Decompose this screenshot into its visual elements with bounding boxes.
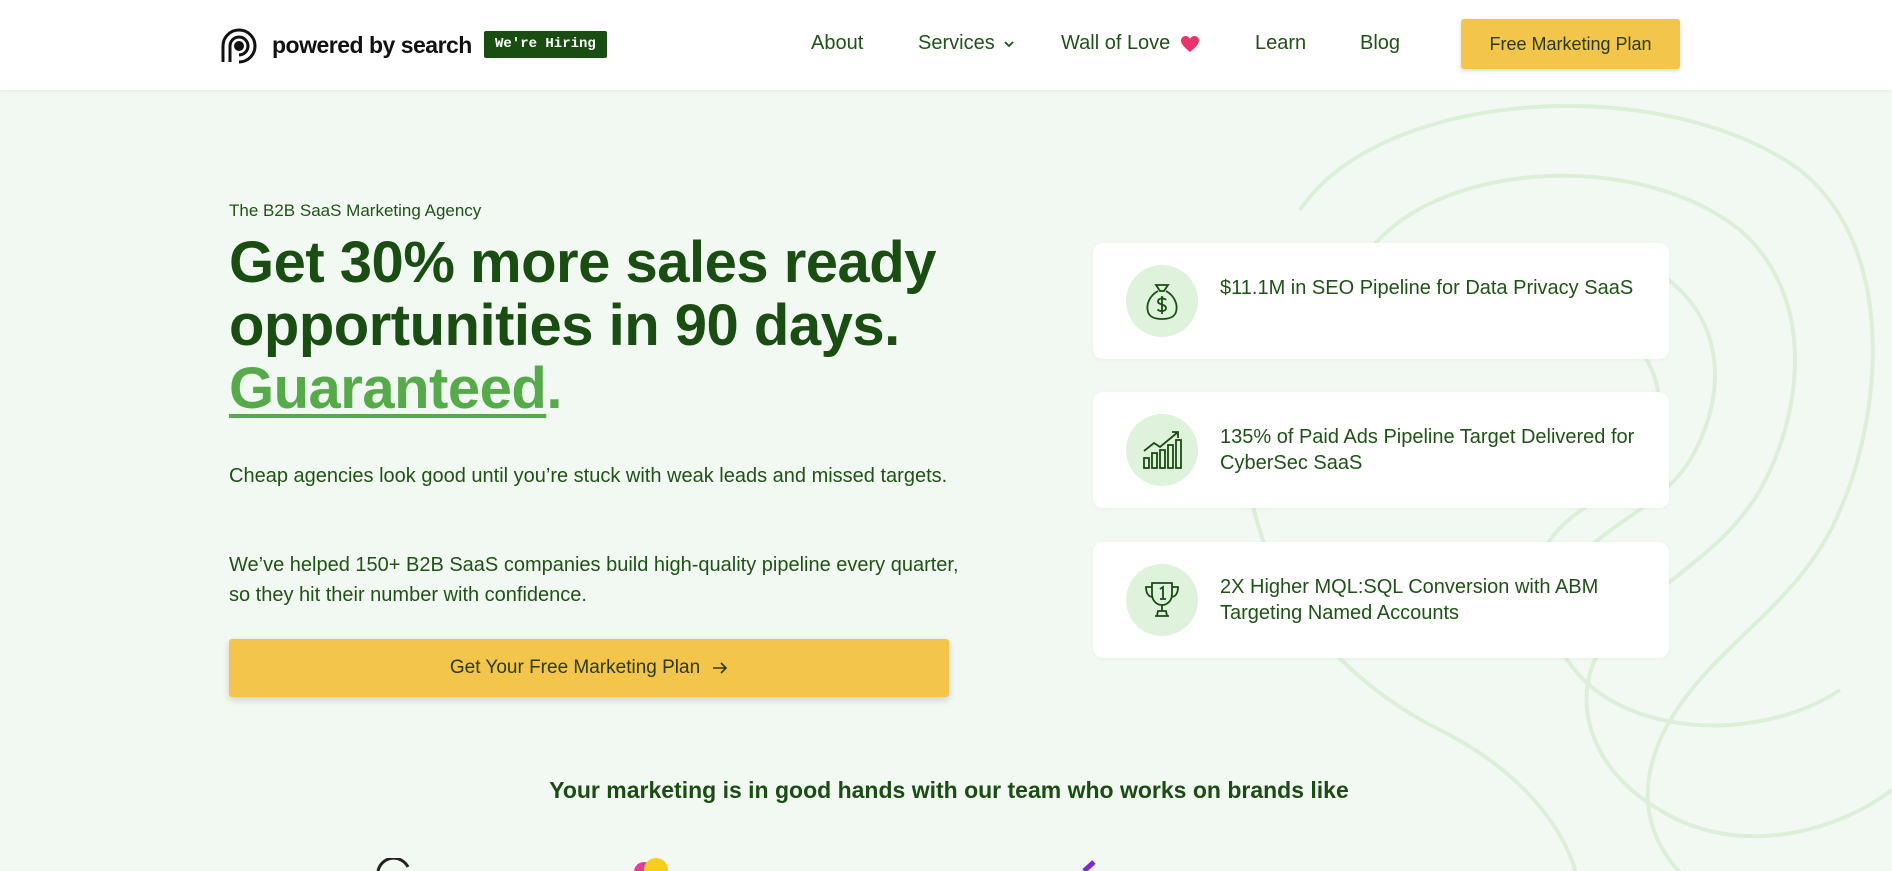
headline-accent: Guaranteed.: [229, 356, 562, 421]
stat-card-abm: 2X Higher MQL:SQL Conversion with ABM Ta…: [1093, 542, 1669, 658]
brands-heading: Your marketing is in good hands with our…: [549, 777, 1349, 803]
nav-label-blog: Blog: [1360, 32, 1401, 54]
hero-headline: Get 30% more sales ready opportunities i…: [229, 231, 989, 420]
stat-card-paid-ads: 135% of Paid Ads Pipeline Target Deliver…: [1093, 392, 1669, 508]
arrow-right-icon: [713, 662, 728, 674]
stat-text-seo: $11.1M in SEO Pipeline for Data Privacy …: [1220, 277, 1634, 299]
brand-logo-strip: [0, 858, 1892, 871]
nav-item-wall-of-love[interactable]: Wall of Love: [1061, 32, 1200, 55]
chevron-down-icon: [1004, 40, 1014, 47]
stat-icon-wrap: [1126, 265, 1198, 337]
nav-item-about[interactable]: About: [811, 32, 863, 55]
nav-label-learn: Learn: [1255, 32, 1307, 54]
main-nav: About Services Wall of Love Learn Blog F…: [0, 0, 1892, 90]
stat-text-abm: 2X Higher MQL:SQL Conversion with ABM Ta…: [1220, 576, 1599, 624]
stat-icon-wrap: [1126, 564, 1198, 636]
hero-paragraph-2: We’ve helped 150+ B2B SaaS companies bui…: [229, 554, 959, 606]
free-marketing-plan-button[interactable]: Free Marketing Plan: [1461, 19, 1680, 69]
headline-line-1: Get 30% more sales ready: [229, 230, 936, 295]
money-bag-icon: [1146, 284, 1178, 320]
stat-icon-wrap: [1126, 414, 1198, 486]
cta-main-label: Get Your Free Marketing Plan: [449, 657, 701, 678]
stat-card-seo: $11.1M in SEO Pipeline for Data Privacy …: [1093, 243, 1669, 359]
nav-label-wall-of-love: Wall of Love: [1061, 32, 1171, 54]
get-free-marketing-plan-button[interactable]: Get Your Free Marketing Plan: [229, 639, 949, 697]
nav-item-learn[interactable]: Learn: [1255, 32, 1306, 55]
heart-icon: [1181, 35, 1200, 52]
nav-label-about: About: [811, 32, 864, 54]
stat-text-paid-ads: 135% of Paid Ads Pipeline Target Deliver…: [1220, 426, 1635, 474]
nav-label-services: Services: [918, 32, 995, 54]
hero-paragraph-1: Cheap agencies look good until you’re st…: [229, 465, 948, 487]
site-header: powered by search We're Hiring About Ser…: [0, 0, 1892, 90]
headline-guaranteed: Guaranteed: [229, 356, 547, 421]
trophy-icon: [1145, 582, 1179, 617]
nav-item-blog[interactable]: Blog: [1360, 32, 1400, 55]
headline-line-2: opportunities in 90 days.: [229, 293, 900, 358]
nav-item-services[interactable]: Services: [918, 32, 1015, 55]
headline-period: .: [546, 356, 562, 421]
hero-eyebrow: The B2B SaaS Marketing Agency: [229, 201, 482, 220]
growth-chart-icon: [1143, 431, 1182, 469]
